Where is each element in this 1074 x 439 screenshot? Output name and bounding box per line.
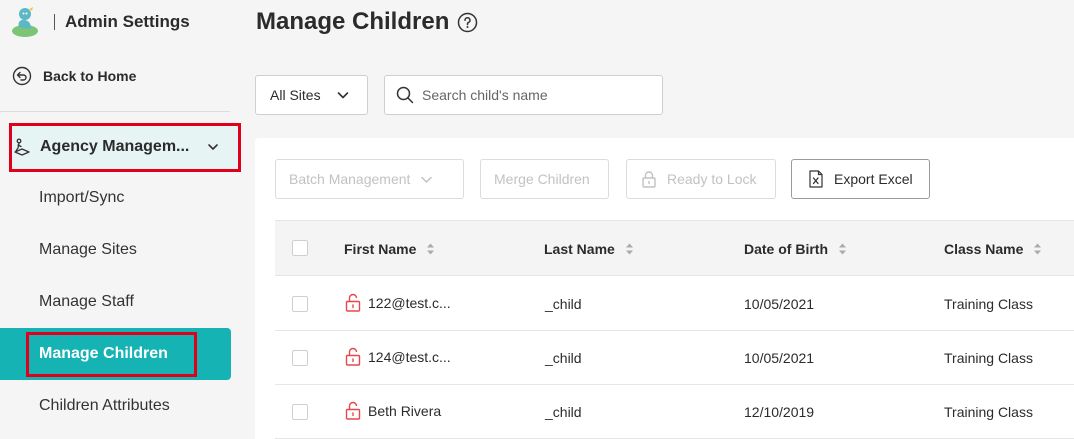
column-label: First Name [344, 241, 417, 257]
table-row[interactable]: 124@test.c... _child 10/05/2021 Training… [275, 331, 1074, 385]
sort-icon [1034, 243, 1042, 255]
row-checkbox[interactable] [292, 296, 308, 312]
chevron-down-icon [337, 92, 349, 99]
chevron-down-icon [421, 176, 433, 183]
brand-header: Admin Settings [8, 4, 190, 40]
ready-to-lock-label: Ready to Lock [667, 171, 757, 187]
last-name-cell: _child [545, 296, 582, 312]
unlocked-lock-icon[interactable] [345, 347, 361, 366]
back-to-home-label: Back to Home [43, 68, 137, 84]
page-title: Manage Children [256, 8, 450, 35]
last-name-cell: _child [545, 404, 582, 420]
sort-icon [427, 243, 435, 255]
sidebar-group-agency-management[interactable]: Agency Managem... [8, 123, 241, 171]
search-input[interactable] [422, 87, 642, 103]
column-label: Class Name [944, 241, 1024, 257]
first-name-text: Beth Rivera [368, 402, 442, 419]
back-to-home-link[interactable]: Back to Home [12, 66, 136, 86]
sidebar: Admin Settings Back to Home Agency Manag… [0, 0, 241, 439]
column-header-first-name[interactable]: First Name [344, 241, 435, 257]
back-arrow-circle-icon [12, 66, 32, 86]
first-name-text: 122@test.c... [368, 294, 451, 311]
column-header-class-name[interactable]: Class Name [944, 241, 1042, 257]
sidebar-item-import-sync[interactable]: Import/Sync [39, 189, 124, 207]
export-excel-button[interactable]: Export Excel [791, 159, 930, 199]
first-name-cell: 124@test.c... [345, 347, 451, 366]
dob-cell: 10/05/2021 [744, 350, 815, 366]
page-header: Manage Children [256, 8, 478, 36]
search-box [384, 75, 663, 115]
class-name-cell: Training Class [944, 350, 1033, 366]
sidebar-item-manage-staff[interactable]: Manage Staff [39, 293, 134, 311]
chevron-down-icon [208, 144, 218, 150]
dob-cell: 12/10/2019 [744, 404, 815, 420]
table-header: First Name Last Name Date of Birth Class… [275, 220, 1074, 276]
first-name-text: 124@test.c... [368, 348, 451, 365]
sidebar-item-manage-children[interactable]: Manage Children [0, 328, 231, 380]
sidebar-item-manage-sites[interactable]: Manage Sites [39, 241, 137, 259]
help-circle-icon[interactable] [457, 12, 478, 33]
unlocked-lock-icon[interactable] [345, 293, 361, 312]
first-name-cell: Beth Rivera [345, 401, 441, 420]
sort-icon [839, 243, 846, 255]
column-header-date-of-birth[interactable]: Date of Birth [744, 241, 847, 257]
class-name-cell: Training Class [944, 296, 1033, 312]
batch-management-label: Batch Management [289, 171, 411, 187]
lock-icon [642, 171, 656, 188]
ready-to-lock-button[interactable]: Ready to Lock [626, 159, 776, 199]
excel-file-icon [809, 170, 823, 188]
row-checkbox[interactable] [292, 350, 308, 366]
column-label: Last Name [544, 241, 615, 257]
last-name-cell: _child [545, 350, 582, 366]
brand-logo-icon [12, 7, 38, 37]
column-label: Date of Birth [744, 241, 828, 257]
class-name-cell: Training Class [944, 404, 1033, 420]
first-name-cell: 122@test.c... [345, 293, 451, 312]
unlocked-lock-icon[interactable] [345, 401, 361, 420]
dob-cell: 10/05/2021 [744, 296, 815, 312]
merge-children-label: Merge Children [494, 171, 590, 187]
sidebar-divider [0, 111, 230, 112]
export-excel-label: Export Excel [834, 171, 913, 187]
agency-icon [14, 138, 30, 156]
select-all-checkbox[interactable] [292, 240, 308, 256]
column-header-last-name[interactable]: Last Name [544, 241, 634, 257]
row-checkbox[interactable] [292, 404, 308, 420]
merge-children-button[interactable]: Merge Children [480, 159, 609, 199]
batch-management-button[interactable]: Batch Management [275, 159, 464, 199]
brand-separator [54, 14, 55, 30]
table-row[interactable]: 122@test.c... _child 10/05/2021 Training… [275, 277, 1074, 331]
sidebar-item-label: Manage Children [39, 345, 168, 362]
site-select-value: All Sites [270, 87, 321, 103]
sort-icon [625, 243, 633, 255]
site-select[interactable]: All Sites [255, 75, 368, 115]
app-title: Admin Settings [65, 12, 190, 31]
table-row[interactable]: Beth Rivera _child 12/10/2019 Training C… [275, 385, 1074, 439]
sidebar-item-children-attributes[interactable]: Children Attributes [39, 397, 170, 415]
search-icon [396, 86, 414, 104]
sidebar-group-label: Agency Managem... [40, 138, 190, 155]
